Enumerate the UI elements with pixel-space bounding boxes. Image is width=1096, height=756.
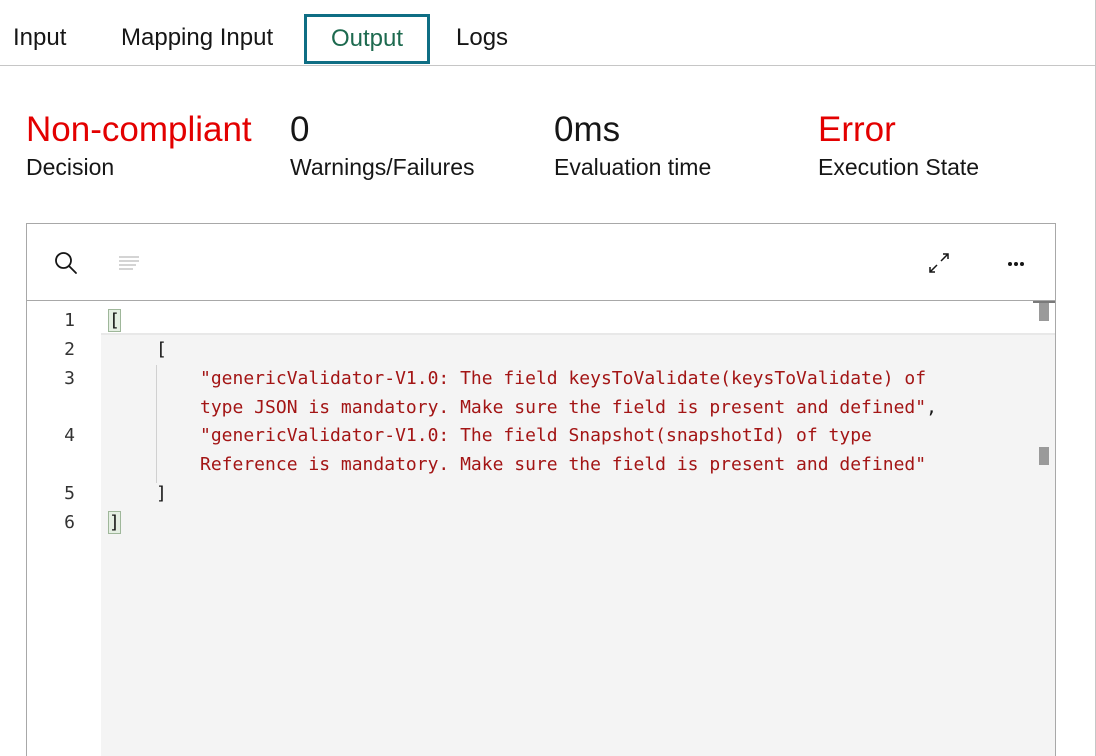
decision-value: Non-compliant — [26, 110, 252, 149]
stat-evaluation-time: 0ms Evaluation time — [554, 110, 711, 181]
search-icon — [55, 252, 77, 274]
bracket: [ — [156, 339, 167, 360]
line-number-gutter: 1 2 3 4 5 6 — [27, 301, 101, 756]
code-line-3b: type JSON is mandatory. Make sure the fi… — [200, 393, 937, 422]
overflow-menu-icon — [1008, 262, 1024, 266]
string-value: type JSON is mandatory. Make sure the fi… — [200, 397, 927, 418]
tab-logs[interactable]: Logs — [456, 14, 508, 64]
evaluation-time-label: Evaluation time — [554, 154, 712, 180]
editor-toolbar — [27, 224, 1055, 301]
string-value: "genericValidator-V1.0: The field Snapsh… — [200, 425, 872, 446]
tab-bar: Input Mapping Input Output Logs — [0, 0, 1095, 66]
vertical-scrollbar[interactable] — [1033, 301, 1055, 756]
line-number: 4 — [64, 425, 75, 446]
line-number: 1 — [64, 310, 75, 331]
string-value: "genericValidator-V1.0: The field keysTo… — [200, 368, 927, 389]
stat-warnings-failures: 0 Warnings/Failures — [290, 110, 474, 181]
code-line-4b: Reference is mandatory. Make sure the fi… — [200, 450, 926, 479]
matched-bracket: [ — [108, 309, 121, 332]
line-number: 3 — [64, 368, 75, 389]
stat-decision: Non-compliant Decision — [26, 110, 252, 181]
line-number: 6 — [64, 512, 75, 533]
tab-input[interactable]: Input — [13, 14, 66, 64]
code-line-4a: "genericValidator-V1.0: The field Snapsh… — [200, 421, 872, 450]
execution-state-label: Execution State — [818, 154, 980, 180]
scrollbar-thumb[interactable] — [1039, 303, 1049, 321]
execution-state-value: Error — [818, 110, 896, 149]
overflow-menu-button[interactable] — [1001, 248, 1031, 278]
code-line-6: ] — [108, 508, 121, 537]
decision-label: Decision — [26, 154, 115, 180]
warnings-failures-value: 0 — [290, 110, 310, 149]
format-button[interactable] — [114, 248, 144, 278]
code-area[interactable]: [ [ "genericValidator-V1.0: The field ke… — [101, 301, 1055, 756]
tab-output[interactable]: Output — [304, 14, 430, 64]
evaluation-time-value: 0ms — [554, 110, 621, 149]
expand-button[interactable] — [924, 248, 954, 278]
scrollbar-marker — [1039, 447, 1049, 465]
format-lines-icon — [119, 256, 139, 270]
output-panel: Input Mapping Input Output Logs Non-comp… — [0, 0, 1096, 756]
indent-guide — [156, 365, 157, 483]
code-line-3a: "genericValidator-V1.0: The field keysTo… — [200, 364, 926, 393]
active-line-highlight — [101, 301, 1055, 335]
json-output-editor: 1 2 3 4 5 6 [ [ "genericValidator-V1.0: … — [26, 223, 1056, 756]
stat-execution-state: Error Execution State — [818, 110, 979, 181]
line-number: 5 — [64, 483, 75, 504]
code-line-2: [ — [156, 335, 167, 364]
tab-mapping-input[interactable]: Mapping Input — [121, 14, 273, 64]
bracket: ] — [156, 483, 167, 504]
code-line-5: ] — [156, 479, 167, 508]
matched-bracket: ] — [108, 511, 121, 534]
warnings-failures-label: Warnings/Failures — [290, 154, 475, 180]
expand-icon — [929, 253, 949, 273]
string-value: Reference is mandatory. Make sure the fi… — [200, 454, 927, 475]
comma: , — [926, 397, 937, 418]
code-line-1: [ — [108, 306, 121, 335]
search-button[interactable] — [51, 248, 81, 278]
line-number: 2 — [64, 339, 75, 360]
